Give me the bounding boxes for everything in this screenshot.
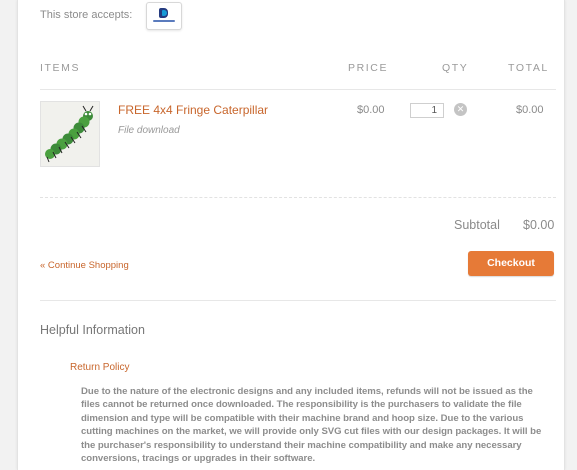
accepts-label: This store accepts: [40,9,133,21]
items-divider [40,197,556,198]
column-header-total: TOTAL [508,62,549,74]
helpful-information-heading: Helpful Information [40,323,145,337]
return-policy-text: Due to the nature of the electronic desi… [81,386,542,465]
item-title-link[interactable]: FREE 4x4 Fringe Caterpillar [118,103,268,117]
caterpillar-image [41,102,99,166]
return-policy-link[interactable]: Return Policy [70,362,129,373]
item-thumbnail[interactable] [40,101,100,167]
subtotal-value: $0.00 [523,218,555,232]
item-total: $0.00 [516,104,544,116]
subtotal-label: Subtotal [454,218,500,232]
remove-item-icon[interactable]: ✕ [454,103,467,116]
paypal-logo [146,2,182,30]
header-divider [40,89,556,90]
cart-page: This store accepts: ITEMS PRICE QTY TOTA… [17,0,565,470]
column-header-items: ITEMS [40,62,81,74]
actions-divider [40,300,556,301]
checkout-button[interactable]: Checkout [468,251,554,276]
paypal-wordmark [153,20,175,22]
item-price: $0.00 [357,104,385,116]
column-header-qty: QTY [442,62,469,74]
paypal-mark-icon [159,8,168,18]
column-header-price: PRICE [348,62,389,74]
continue-shopping-link[interactable]: « Continue Shopping [40,260,129,271]
quantity-input[interactable] [410,103,444,118]
item-subtitle: File download [118,125,180,136]
